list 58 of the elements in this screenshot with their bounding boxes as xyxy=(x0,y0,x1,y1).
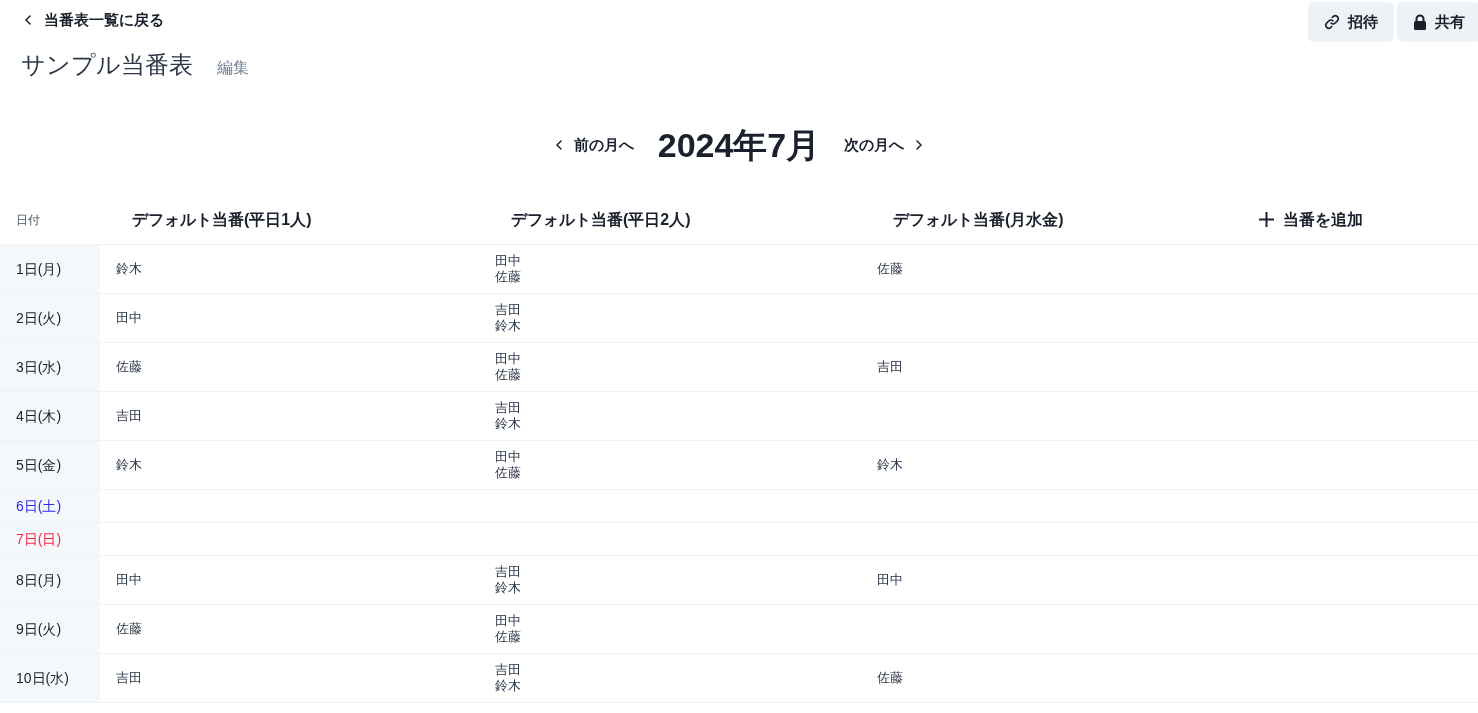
duty-name: 吉田 xyxy=(116,670,142,686)
date-cell: 4日(木) xyxy=(0,392,100,440)
duty-name: 吉田 xyxy=(116,408,142,424)
duty-name: 吉田 xyxy=(495,400,521,416)
duty-name: 鈴木 xyxy=(116,261,142,277)
date-cell: 6日(土) xyxy=(0,490,100,522)
duty-name: 田中 xyxy=(116,310,142,326)
duty-name: 佐藤 xyxy=(877,670,903,686)
duty-name: 鈴木 xyxy=(495,318,521,334)
plus-icon xyxy=(1258,211,1275,228)
duty-name: 吉田 xyxy=(495,302,521,318)
duty-name: 鈴木 xyxy=(877,457,903,473)
chevron-left-icon xyxy=(25,15,31,25)
chevron-right-icon xyxy=(916,140,923,150)
column-header: デフォルト当番(月水金) xyxy=(893,210,1064,228)
duty-name: 鈴木 xyxy=(495,678,521,694)
duty-name: 佐藤 xyxy=(116,621,142,637)
duty-name: 田中 xyxy=(495,253,521,269)
date-cell: 5日(金) xyxy=(0,441,100,489)
duty-name: 鈴木 xyxy=(495,416,521,432)
column-header: デフォルト当番(平日2人) xyxy=(511,210,691,228)
duty-name: 田中 xyxy=(116,572,142,588)
back-link[interactable]: 当番表一覧に戻る xyxy=(25,10,164,30)
duty-name: 鈴木 xyxy=(495,580,521,596)
duty-name: 佐藤 xyxy=(877,261,903,277)
column-header: デフォルト当番(平日1人) xyxy=(132,210,312,228)
month-title: 2024年7月 xyxy=(657,125,821,165)
duty-name: 吉田 xyxy=(877,359,903,375)
add-duty-button[interactable]: 当番を追加 xyxy=(1258,207,1363,232)
duty-name: 佐藤 xyxy=(116,359,142,375)
duty-name: 鈴木 xyxy=(116,457,142,473)
share-button[interactable]: 共有 xyxy=(1397,2,1478,42)
duty-name: 田中 xyxy=(495,351,521,367)
duty-name: 田中 xyxy=(495,449,521,465)
duty-name: 吉田 xyxy=(495,564,521,580)
next-month-button[interactable]: 次の月へ xyxy=(844,133,923,157)
date-cell: 7日(日) xyxy=(0,523,100,555)
link-icon xyxy=(1324,14,1340,30)
invite-button[interactable]: 招待 xyxy=(1308,2,1394,42)
date-cell: 8日(月) xyxy=(0,556,100,604)
previous-month-button[interactable]: 前の月へ xyxy=(555,133,634,157)
date-cell: 2日(火) xyxy=(0,294,100,342)
date-cell: 3日(水) xyxy=(0,343,100,391)
date-cell: 9日(火) xyxy=(0,605,100,653)
duty-name: 田中 xyxy=(877,572,903,588)
roster-title: サンプル当番表 xyxy=(21,50,193,80)
duty-name: 佐藤 xyxy=(495,367,521,383)
date-cell: 1日(月) xyxy=(0,245,100,293)
duty-name: 佐藤 xyxy=(495,269,521,285)
edit-link[interactable]: 編集 xyxy=(217,56,249,80)
duty-name: 佐藤 xyxy=(495,465,521,481)
lock-icon xyxy=(1413,14,1427,30)
duty-name: 佐藤 xyxy=(495,629,521,645)
duty-name: 田中 xyxy=(495,613,521,629)
duty-name: 吉田 xyxy=(495,662,521,678)
column-header: 日付 xyxy=(15,211,41,229)
chevron-left-icon xyxy=(555,140,562,150)
date-cell: 10日(水) xyxy=(0,654,100,702)
